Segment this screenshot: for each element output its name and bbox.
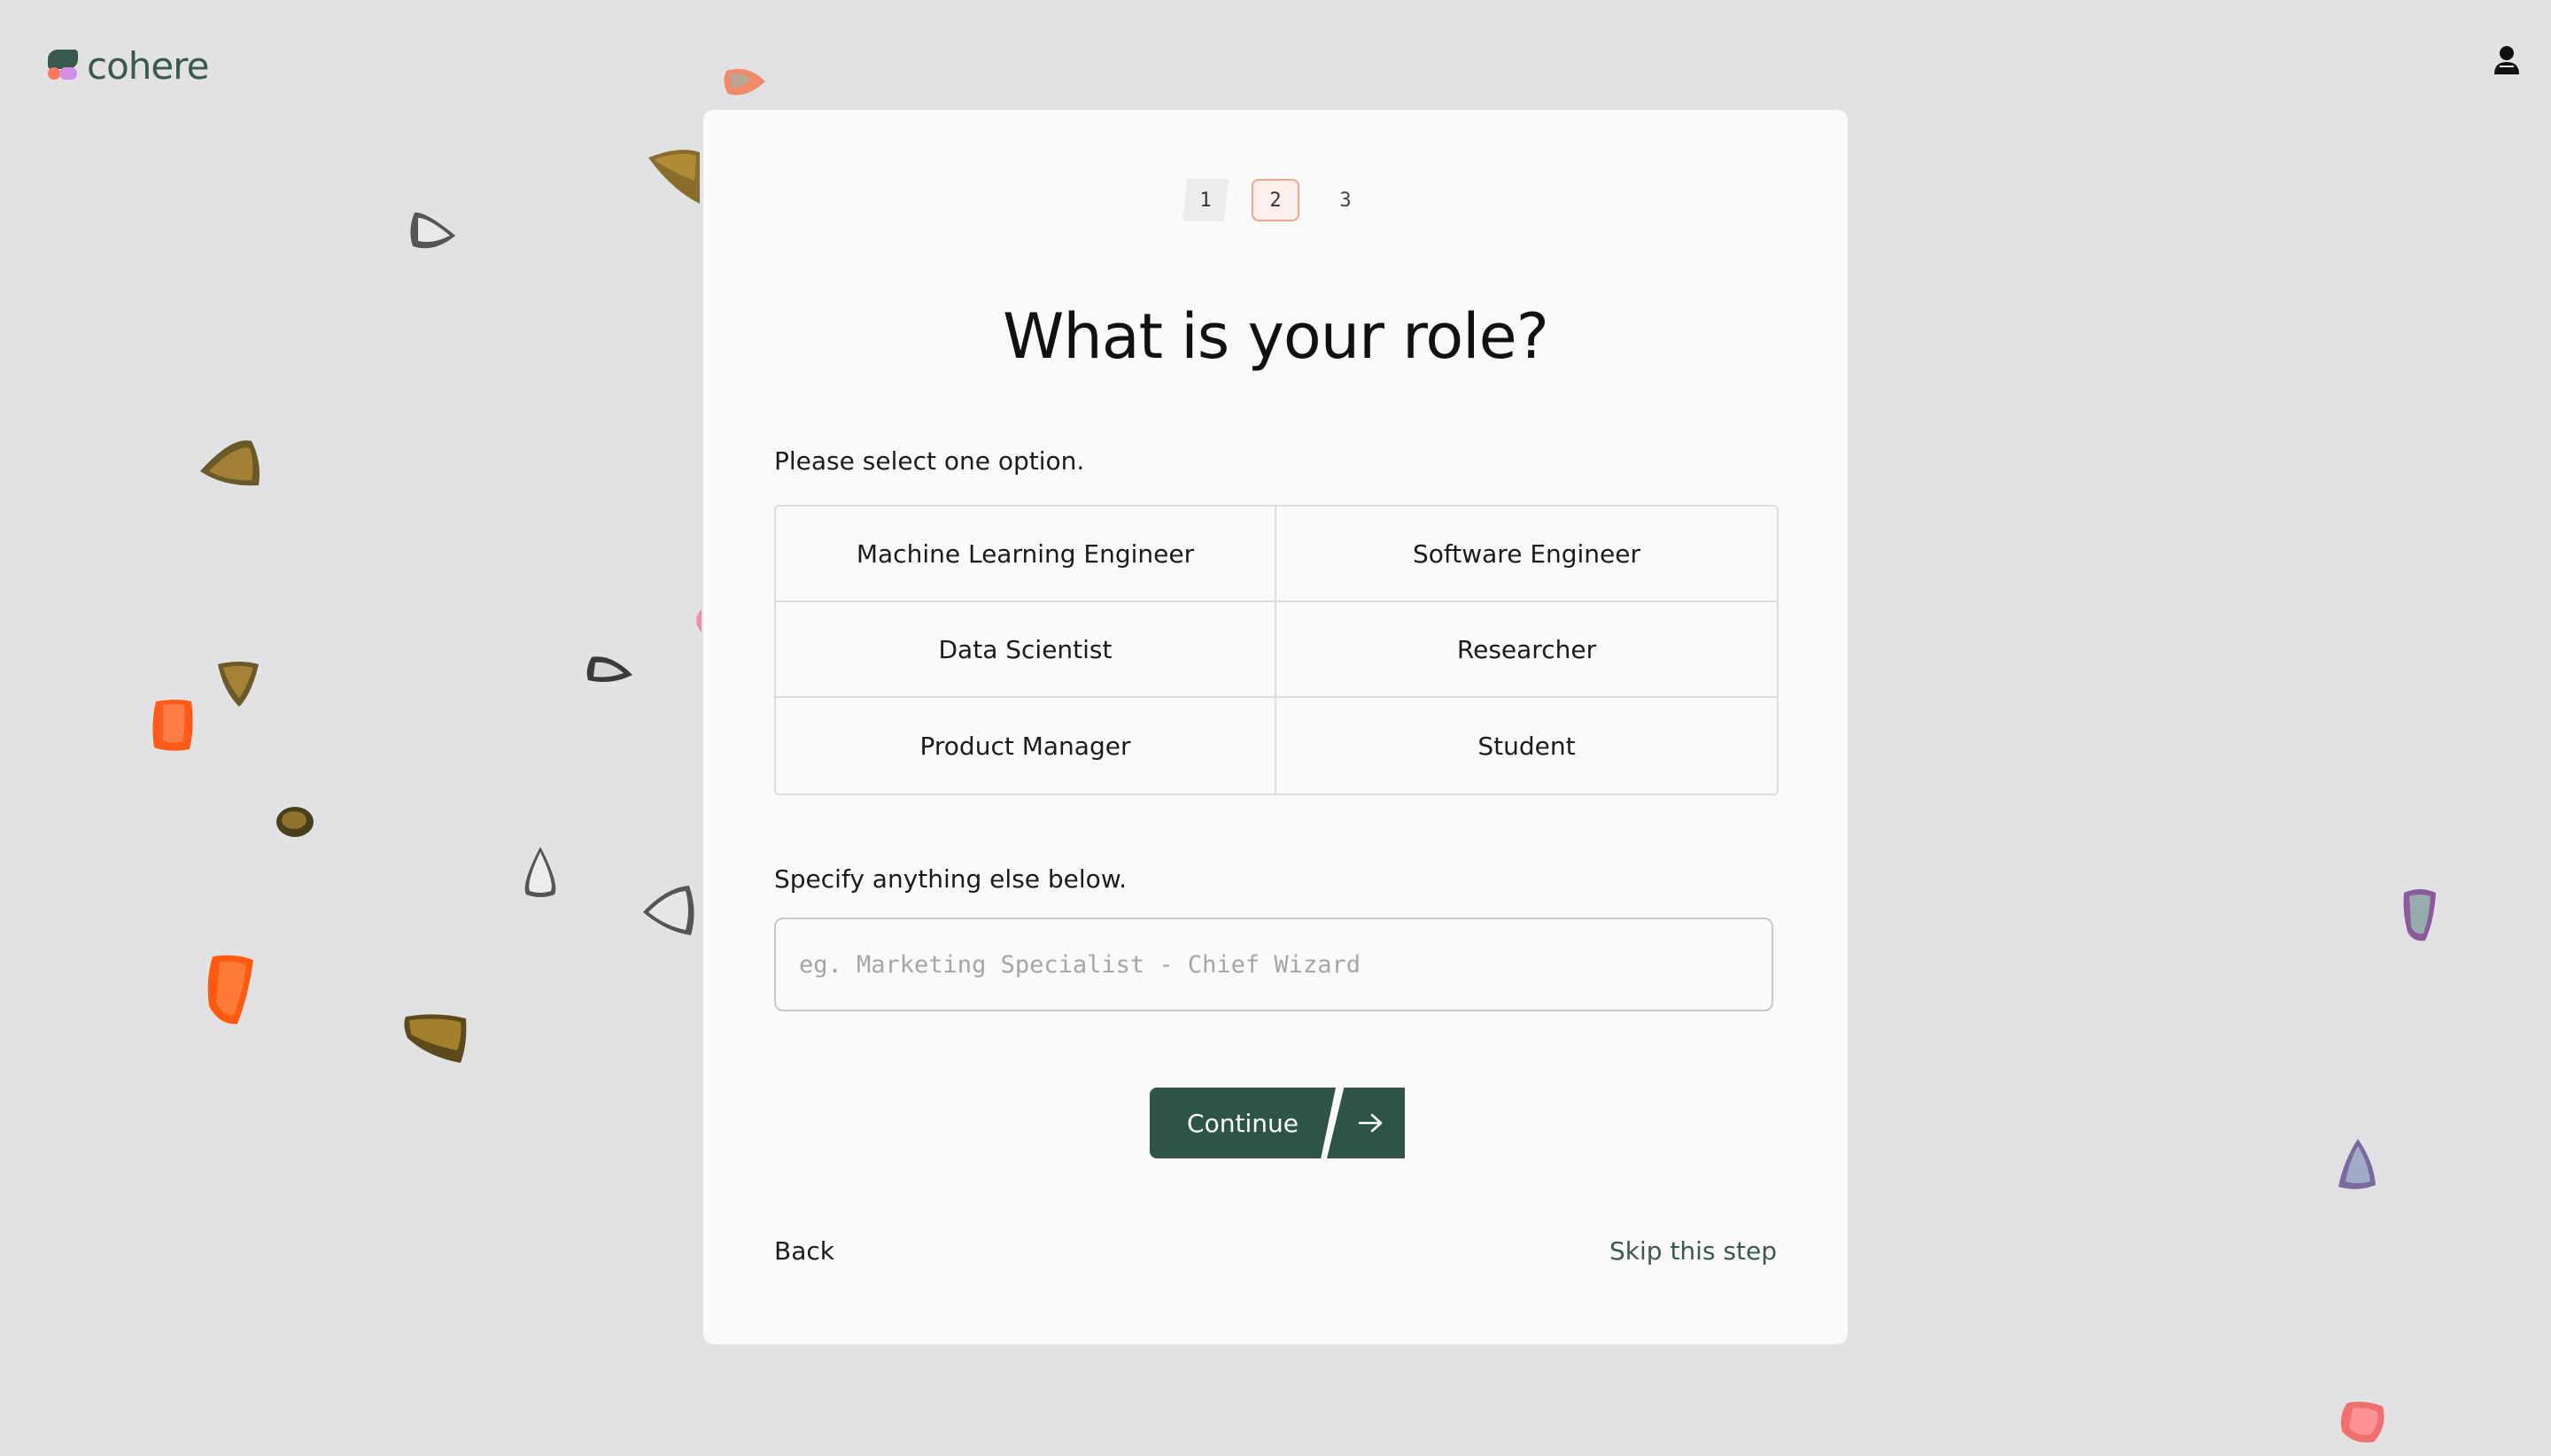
back-link[interactable]: Back bbox=[774, 1236, 834, 1266]
page-title: What is your role? bbox=[1003, 299, 1549, 373]
skip-step-link[interactable]: Skip this step bbox=[1609, 1236, 1777, 1266]
decorative-shape bbox=[586, 656, 632, 682]
role-option-product-manager[interactable]: Product Manager bbox=[776, 698, 1276, 794]
step-indicator: 1 2 3 bbox=[703, 179, 1848, 221]
decorative-shape bbox=[696, 609, 702, 632]
role-option-software-engineer[interactable]: Software Engineer bbox=[1276, 507, 1777, 602]
decorative-shape bbox=[2403, 889, 2436, 941]
decorative-shape bbox=[643, 886, 694, 935]
role-option-student[interactable]: Student bbox=[1276, 698, 1777, 794]
decorative-shape bbox=[648, 150, 700, 204]
continue-button[interactable]: Continue bbox=[1150, 1088, 1336, 1158]
decorative-shape bbox=[200, 440, 260, 486]
decorative-shape bbox=[2340, 1401, 2384, 1443]
specify-role-input[interactable] bbox=[774, 918, 1773, 1011]
decorative-shape bbox=[207, 955, 253, 1025]
cohere-logo[interactable]: cohere bbox=[48, 39, 209, 92]
select-prompt: Please select one option. bbox=[774, 446, 1085, 476]
arrow-right-icon bbox=[1358, 1113, 1383, 1133]
decorative-shape bbox=[152, 700, 193, 751]
cohere-logo-icon bbox=[48, 50, 78, 81]
step-2: 2 bbox=[1252, 179, 1299, 221]
onboarding-card: 1 2 3 What is your role? Please select o… bbox=[703, 110, 1848, 1344]
brand-name: cohere bbox=[87, 43, 209, 88]
decorative-shape bbox=[404, 1014, 467, 1063]
role-option-data-scientist[interactable]: Data Scientist bbox=[776, 602, 1276, 698]
role-options: Machine Learning Engineer Software Engin… bbox=[774, 505, 1779, 795]
user-icon[interactable] bbox=[2493, 44, 2521, 76]
step-1: 1 bbox=[1182, 179, 1229, 221]
decorative-shape bbox=[410, 212, 455, 249]
decorative-shape bbox=[276, 807, 314, 837]
continue-arrow-button[interactable] bbox=[1327, 1088, 1405, 1158]
decorative-shape bbox=[218, 662, 259, 707]
decorative-shape bbox=[524, 847, 556, 897]
decorative-shape bbox=[724, 68, 765, 96]
decorative-shape bbox=[2338, 1139, 2376, 1189]
specify-prompt: Specify anything else below. bbox=[774, 864, 1128, 894]
step-3: 3 bbox=[1339, 189, 1352, 212]
role-option-researcher[interactable]: Researcher bbox=[1276, 602, 1777, 698]
role-option-ml-engineer[interactable]: Machine Learning Engineer bbox=[776, 507, 1276, 602]
